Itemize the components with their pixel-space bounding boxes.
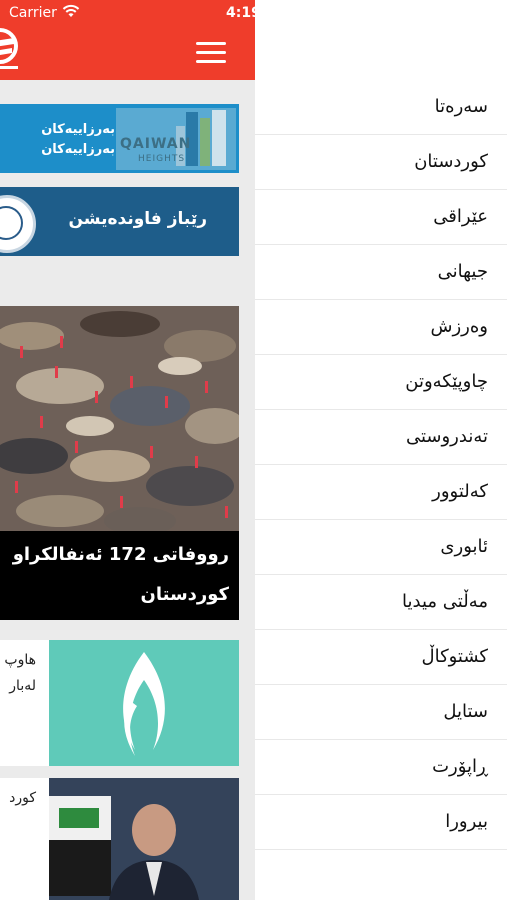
featured-story[interactable]: رووفاتی 172 ئەنفالکراو کوردستان <box>0 306 239 620</box>
story-photo <box>0 306 239 531</box>
story-title-line-1: رووفاتی 172 ئەنفالکراو <box>12 544 229 565</box>
news-list-item[interactable]: هاوپ لەبار <box>0 640 239 766</box>
menu-item-economy[interactable]: ئابوری <box>255 520 507 575</box>
story-title-line-2: کوردستان <box>140 584 229 605</box>
portrait-photo <box>49 778 239 900</box>
wifi-icon <box>62 4 80 17</box>
ad-line-1: بەرزاییەکان <box>41 122 115 137</box>
news-list-item[interactable]: کورد <box>0 778 239 900</box>
story-snippet-line-1: کورد <box>9 790 36 806</box>
app-header: Carrier 4:19 <box>0 0 255 80</box>
app-screen: Carrier 4:19 بەرزاییەکان بەرزاییەکان <box>0 0 255 900</box>
foundation-seal-icon <box>0 195 36 253</box>
menu-item-style[interactable]: ستایل <box>255 685 507 740</box>
menu-item-agriculture[interactable]: کشتوکاڵ <box>255 630 507 685</box>
menu-item-report[interactable]: ڕاپۆرت <box>255 740 507 795</box>
menu-item-iraq[interactable]: عێراقی <box>255 190 507 245</box>
qaiwan-logo: QAIWAN HEIGHTS <box>116 108 236 170</box>
flame-logo-icon <box>123 652 165 756</box>
menu-item-kurdistan[interactable]: کوردستان <box>255 135 507 190</box>
menu-item-health[interactable]: تەندروستی <box>255 410 507 465</box>
story-snippet-line-1: هاوپ <box>4 652 36 668</box>
story-thumbnail <box>49 640 239 766</box>
menu-item-world[interactable]: جیهانی <box>255 245 507 300</box>
menu-item-multimedia[interactable]: مەڵتی میدیا <box>255 575 507 630</box>
menu-item-interview[interactable]: چاوپێکەوتن <box>255 355 507 410</box>
banner-ad-qaiwan[interactable]: بەرزاییەکان بەرزاییەکان QAIWAN HEIGHTS <box>0 104 239 173</box>
status-bar: Carrier 4:19 <box>0 0 255 26</box>
menu-toggle-icon[interactable] <box>196 40 226 64</box>
banner-ad-rebaz[interactable]: رێباز فاوندەیشن <box>0 187 239 256</box>
menu-item-culture[interactable]: کەلتوور <box>255 465 507 520</box>
menu-item-home[interactable]: سەرەتا <box>255 80 507 135</box>
qaiwan-brand-sub: HEIGHTS <box>138 154 186 164</box>
story-snippet-line-2: لەبار <box>9 678 36 694</box>
clock: 4:19 <box>226 5 255 21</box>
qaiwan-brand: QAIWAN <box>120 136 192 152</box>
menu-item-opinion[interactable]: بیرورا <box>255 795 507 850</box>
app-logo-icon <box>0 28 18 69</box>
foundation-name: رێباز فاوندەیشن <box>68 209 208 229</box>
side-menu: سەرەتا کوردستان عێراقی جیهانی وەرزش چاوپ… <box>255 80 507 850</box>
menu-item-sport[interactable]: وەرزش <box>255 300 507 355</box>
ad-line-2: بەرزاییەکان <box>41 142 115 157</box>
carrier-label: Carrier <box>9 5 57 21</box>
story-thumbnail <box>49 778 239 900</box>
